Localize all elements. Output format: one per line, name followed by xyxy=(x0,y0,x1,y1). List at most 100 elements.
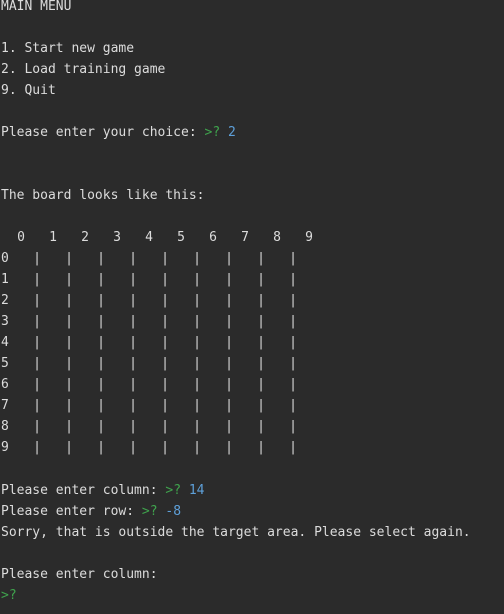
cell-separator: | xyxy=(65,419,73,434)
cell-separator: | xyxy=(193,251,201,266)
cell-separator: | xyxy=(129,314,137,329)
cell-separator: | xyxy=(193,314,201,329)
cell-separator: | xyxy=(193,335,201,350)
column-label: 0 xyxy=(17,230,25,245)
cell-separator: | xyxy=(65,272,73,287)
board-row: 2 | | | | | | | | | xyxy=(0,290,330,311)
row-label: 4 xyxy=(1,335,9,350)
cell-separator: | xyxy=(257,398,265,413)
menu-title: MAIN MENU xyxy=(1,0,72,14)
cell-separator: | xyxy=(225,272,233,287)
column-label: 7 xyxy=(241,230,249,245)
cell-separator: | xyxy=(65,356,73,371)
cell-separator: | xyxy=(97,440,105,455)
cell-separator: | xyxy=(257,335,265,350)
cell-separator: | xyxy=(33,419,41,434)
cell-separator: | xyxy=(257,440,265,455)
console-output[interactable]: MAIN MENU 1. Start new game 2. Load trai… xyxy=(0,0,504,614)
cell-separator: | xyxy=(33,293,41,308)
column-label: 6 xyxy=(209,230,217,245)
cell-separator: | xyxy=(289,335,297,350)
choice-line: Please enter your choice: >? 2 xyxy=(1,122,236,143)
cell-separator: | xyxy=(225,251,233,266)
cell-separator: | xyxy=(97,356,105,371)
row-label: 6 xyxy=(1,377,9,392)
board-row: 7 | | | | | | | | | xyxy=(0,395,330,416)
cell-separator: | xyxy=(97,272,105,287)
cell-separator: | xyxy=(193,398,201,413)
row-label: 1 xyxy=(1,272,9,287)
cell-separator: | xyxy=(161,335,169,350)
choice-prompt-text: Please enter your choice: xyxy=(1,125,205,140)
cell-separator: | xyxy=(129,398,137,413)
cell-separator: | xyxy=(257,419,265,434)
cell-separator: | xyxy=(161,314,169,329)
column-prompt-text-2: Please enter column: xyxy=(1,567,158,582)
cell-separator: | xyxy=(161,440,169,455)
cell-separator: | xyxy=(33,314,41,329)
board-row: 4 | | | | | | | | | xyxy=(0,332,330,353)
column-label: 1 xyxy=(49,230,57,245)
cell-separator: | xyxy=(193,272,201,287)
cell-separator: | xyxy=(161,377,169,392)
cell-separator: | xyxy=(161,251,169,266)
column-entry-line: Please enter column: >? 14 xyxy=(1,480,205,501)
board-row: 5 | | | | | | | | | xyxy=(0,353,330,374)
row-label: 7 xyxy=(1,398,9,413)
cell-separator: | xyxy=(33,356,41,371)
board-row: 1 | | | | | | | | | xyxy=(0,269,330,290)
cell-separator: | xyxy=(289,440,297,455)
column-label: 4 xyxy=(145,230,153,245)
board-row: 0 | | | | | | | | | xyxy=(0,248,330,269)
cell-separator: | xyxy=(65,335,73,350)
board-row: 8 | | | | | | | | | xyxy=(0,416,330,437)
board-intro: The board looks like this: xyxy=(1,188,205,203)
cursor-prompt-marker: >? xyxy=(1,588,17,603)
cell-separator: | xyxy=(161,398,169,413)
column-label: 5 xyxy=(177,230,185,245)
menu-item-load: 2. Load training game xyxy=(1,62,166,77)
cell-separator: | xyxy=(97,398,105,413)
row-input-value: -8 xyxy=(165,504,182,519)
input-prompt-marker: >? xyxy=(204,125,221,140)
cell-separator: | xyxy=(97,377,105,392)
choice-input-value: 2 xyxy=(227,125,236,140)
cell-separator: | xyxy=(161,272,169,287)
console-input-prompt[interactable]: >? xyxy=(1,585,17,606)
cell-separator: | xyxy=(33,377,41,392)
row-label: 3 xyxy=(1,314,9,329)
cell-separator: | xyxy=(65,314,73,329)
cell-separator: | xyxy=(289,314,297,329)
cell-separator: | xyxy=(129,440,137,455)
cell-separator: | xyxy=(161,356,169,371)
cell-separator: | xyxy=(97,293,105,308)
cell-separator: | xyxy=(289,251,297,266)
cell-separator: | xyxy=(97,335,105,350)
cell-separator: | xyxy=(225,377,233,392)
row-prompt-text: Please enter row: xyxy=(1,504,142,519)
cell-separator: | xyxy=(129,356,137,371)
cell-separator: | xyxy=(129,335,137,350)
cell-separator: | xyxy=(225,440,233,455)
cell-separator: | xyxy=(225,356,233,371)
cell-separator: | xyxy=(193,356,201,371)
column-label: 2 xyxy=(81,230,89,245)
board-row: 6 | | | | | | | | | xyxy=(0,374,330,395)
cell-separator: | xyxy=(65,251,73,266)
cell-separator: | xyxy=(33,440,41,455)
cell-separator: | xyxy=(225,335,233,350)
cell-separator: | xyxy=(225,293,233,308)
cell-separator: | xyxy=(225,314,233,329)
cell-separator: | xyxy=(289,377,297,392)
error-message: Sorry, that is outside the target area. … xyxy=(1,525,471,540)
cell-separator: | xyxy=(289,293,297,308)
cell-separator: | xyxy=(193,440,201,455)
cell-separator: | xyxy=(161,293,169,308)
cell-separator: | xyxy=(257,251,265,266)
cell-separator: | xyxy=(33,272,41,287)
cell-separator: | xyxy=(289,419,297,434)
cell-separator: | xyxy=(97,419,105,434)
board-column-header: 0 1 2 3 4 5 6 7 8 9 xyxy=(0,227,330,248)
row-label: 2 xyxy=(1,293,9,308)
cell-separator: | xyxy=(65,377,73,392)
